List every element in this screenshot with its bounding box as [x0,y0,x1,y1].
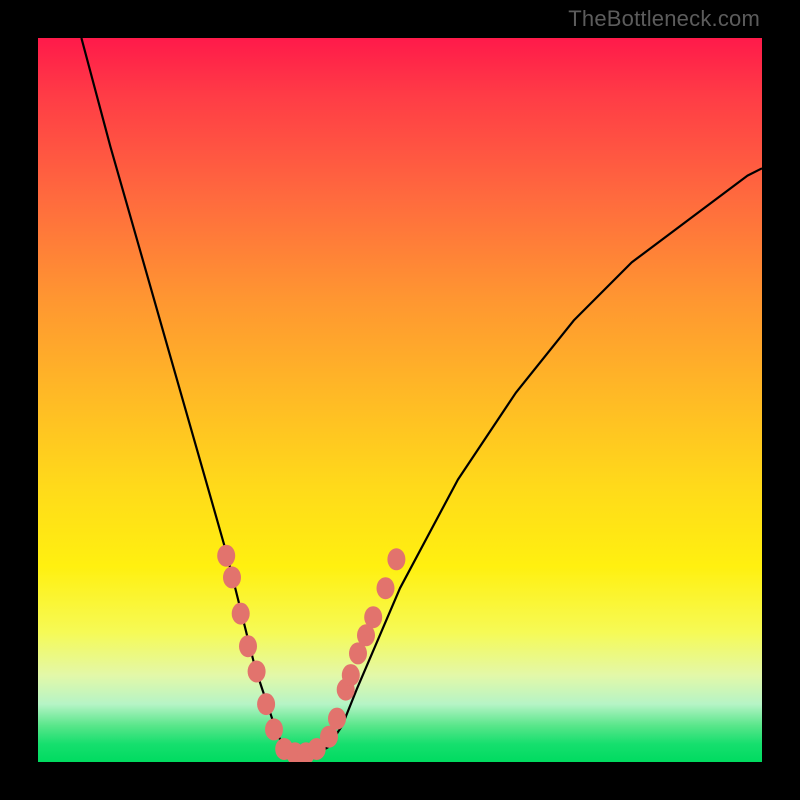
data-marker [239,635,257,657]
data-marker [342,664,360,686]
data-marker [265,718,283,740]
data-marker [328,708,346,730]
data-marker [217,545,235,567]
data-marker [223,566,241,588]
curve-line [81,38,762,755]
chart-svg [38,38,762,762]
data-marker [257,693,275,715]
chart-container: TheBottleneck.com [0,0,800,800]
data-marker [364,606,382,628]
data-marker [232,603,250,625]
data-markers [217,545,405,762]
watermark-text: TheBottleneck.com [568,6,760,32]
data-marker [248,661,266,683]
curve-path [81,38,762,755]
data-marker [377,577,395,599]
chart-area [38,38,762,762]
data-marker [387,548,405,570]
